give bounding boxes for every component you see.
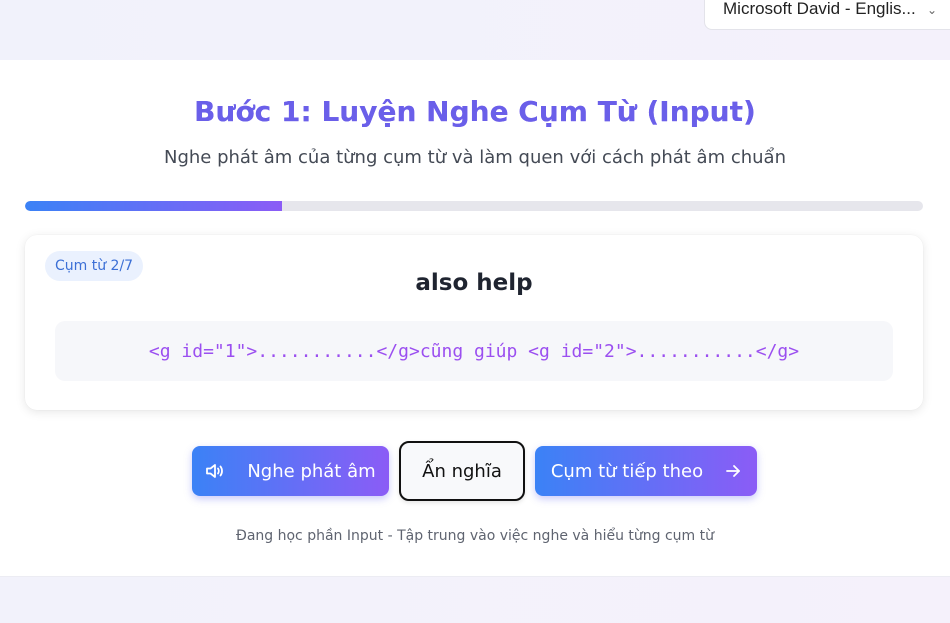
voice-select[interactable]: Microsoft David - Englis... ⌄ bbox=[704, 0, 950, 30]
top-bar: Microsoft David - Englis... ⌄ bbox=[0, 0, 950, 60]
speaker-icon bbox=[205, 462, 225, 480]
phrase-card: Cụm từ 2/7 also help <g id="1">.........… bbox=[25, 235, 923, 410]
bottom-area bbox=[0, 576, 950, 623]
voice-select-value: Microsoft David - Englis... bbox=[723, 0, 916, 18]
hide-meaning-button[interactable]: Ẩn nghĩa bbox=[399, 441, 525, 501]
listen-button[interactable]: Nghe phát âm bbox=[192, 446, 389, 496]
meaning-text: <g id="1">...........</g>cũng giúp <g id… bbox=[148, 340, 800, 362]
chevron-down-icon: ⌄ bbox=[927, 3, 938, 17]
arrow-right-icon bbox=[725, 463, 741, 479]
lesson-panel: Bước 1: Luyện Nghe Cụm Từ (Input) Nghe p… bbox=[0, 60, 950, 576]
next-phrase-button-label: Cụm từ tiếp theo bbox=[550, 460, 704, 482]
meaning-box: <g id="1">...........</g>cũng giúp <g id… bbox=[55, 321, 893, 381]
footnote-text: Đang học phần Input - Tập trung vào việc… bbox=[235, 528, 714, 544]
listen-button-label: Nghe phát âm bbox=[247, 460, 376, 482]
page-subtitle: Nghe phát âm của từng cụm từ và làm quen… bbox=[163, 147, 786, 168]
hide-meaning-button-label: Ẩn nghĩa bbox=[422, 460, 502, 482]
progress-fill bbox=[25, 201, 282, 211]
next-phrase-button[interactable]: Cụm từ tiếp theo bbox=[535, 446, 757, 496]
phrase-text: also help bbox=[415, 270, 533, 296]
page-title: Bước 1: Luyện Nghe Cụm Từ (Input) bbox=[0, 95, 950, 128]
progress-bar bbox=[25, 201, 923, 211]
